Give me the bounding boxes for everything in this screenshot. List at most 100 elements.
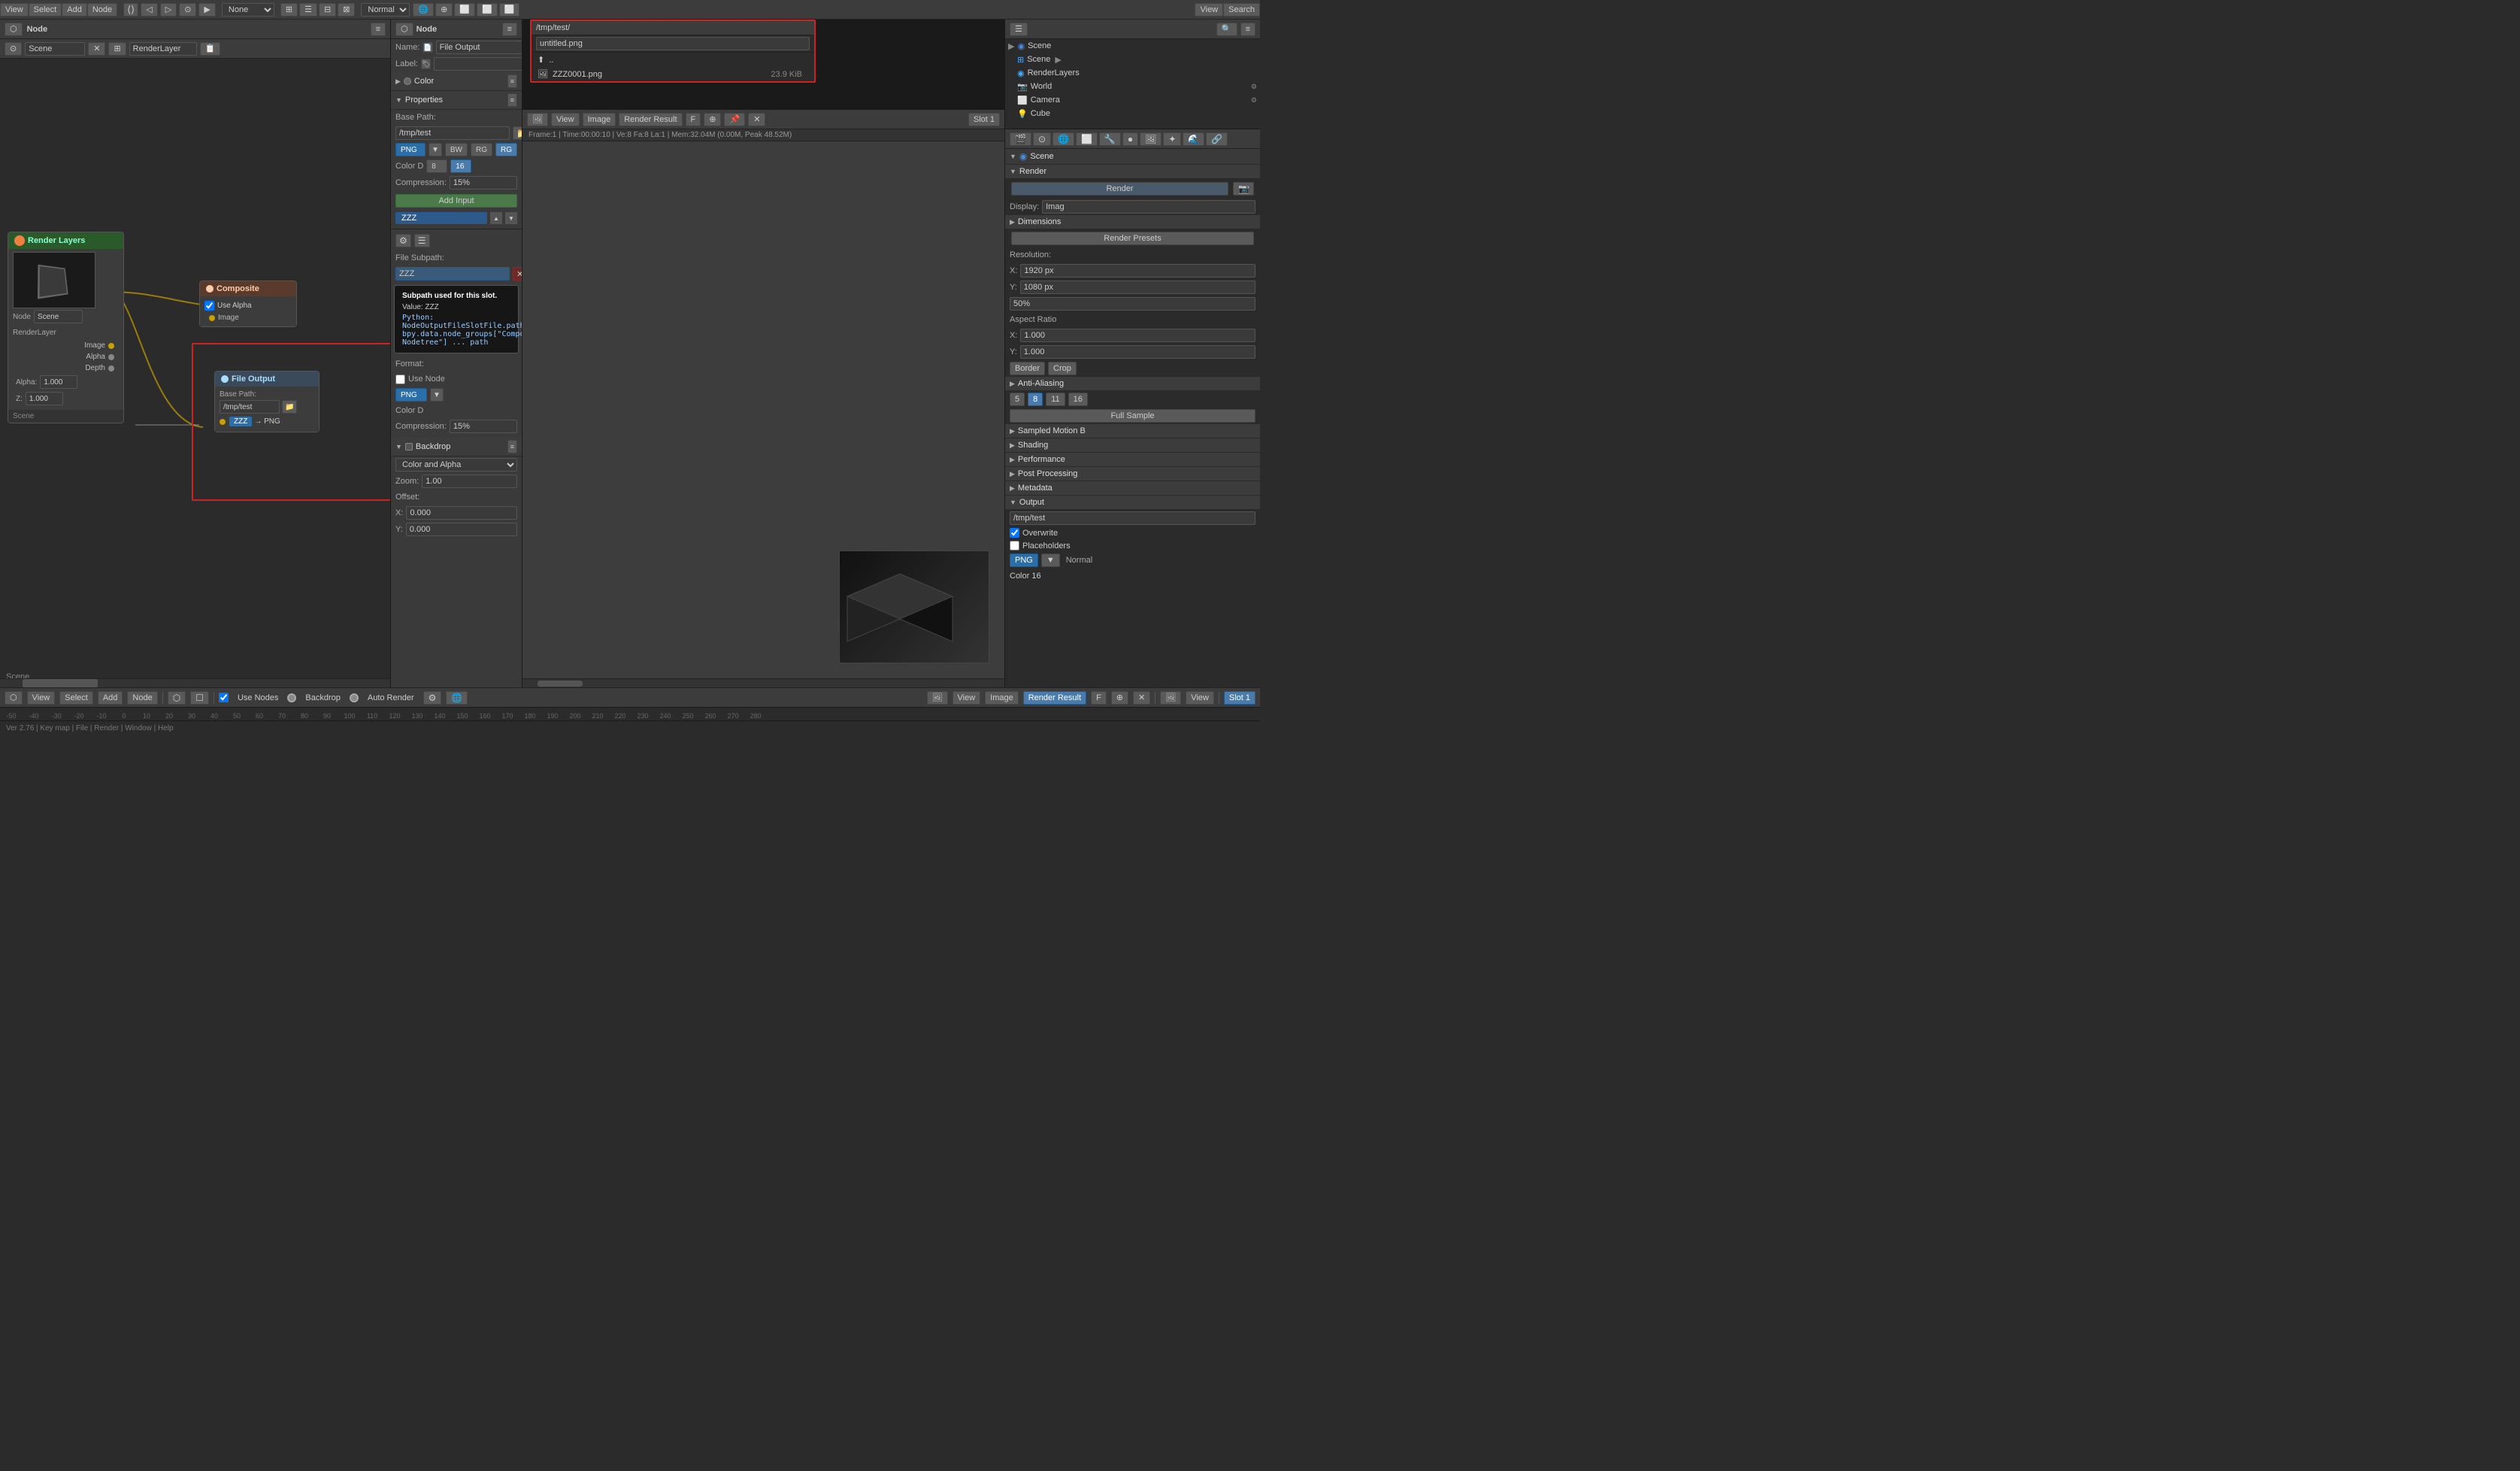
top-search-btn[interactable]: Search — [1223, 3, 1260, 17]
vp-icon3[interactable]: 🖼 — [1160, 691, 1181, 705]
vp-bottom-image[interactable]: Image — [985, 691, 1019, 705]
menu-view[interactable]: View — [0, 3, 29, 17]
slot-btn[interactable]: Slot 1 — [968, 113, 1000, 126]
zzz-slot-item[interactable]: ZZZ — [395, 212, 487, 224]
crop-btn[interactable]: Crop — [1048, 362, 1077, 375]
renderlayer-select[interactable] — [129, 42, 197, 56]
file-output-node-small[interactable]: File Output Base Path: 📁 ZZZ → PNG — [214, 371, 320, 432]
border-btn[interactable]: Border — [1010, 362, 1045, 375]
output-format-expand[interactable]: ▼ — [1041, 554, 1060, 567]
backdrop-section-header[interactable]: ▼ Backdrop ≡ — [391, 438, 522, 456]
output-path-input[interactable] — [1010, 511, 1255, 525]
icon-grid[interactable]: ⊞ — [280, 3, 298, 17]
outliner-renderlayers[interactable]: ⊞ Scene ▶ — [1005, 53, 1260, 66]
vp-bottom-view3[interactable]: View — [1186, 691, 1214, 705]
format2-expand[interactable]: ▼ — [430, 388, 444, 402]
vp-render-btn[interactable]: Render Result — [619, 113, 682, 126]
res-y-input[interactable] — [1020, 281, 1255, 294]
z-value-input[interactable] — [26, 392, 63, 405]
slot-bottom-btn[interactable]: Slot 1 — [1224, 691, 1255, 705]
performance-section-header[interactable]: ▶ Performance — [1005, 453, 1260, 467]
node-props-icon[interactable]: ⬡ — [395, 23, 413, 36]
color-depth-8[interactable]: 8 — [426, 159, 447, 173]
placeholders-checkbox[interactable] — [1010, 541, 1019, 550]
render-icon-btn[interactable]: 📷 — [1233, 182, 1254, 196]
aa-5[interactable]: 5 — [1010, 393, 1025, 406]
filename-input[interactable] — [536, 37, 810, 50]
bottom-icon2[interactable]: ☐ — [190, 691, 209, 705]
outliner-world[interactable]: ◉ RenderLayers — [1005, 66, 1260, 80]
res-x-input[interactable] — [1020, 264, 1255, 278]
overwrite-checkbox[interactable] — [1010, 528, 1019, 538]
zzz-file-item[interactable]: 🖼 ZZZ0001.png 23.9 KiB — [532, 67, 814, 81]
menu-add[interactable]: Add — [62, 3, 87, 17]
viewport-scrollbar[interactable] — [522, 678, 1004, 687]
color-depth-16[interactable]: 16 — [450, 159, 471, 173]
menu-node[interactable]: Node — [87, 3, 117, 17]
format-expand[interactable]: ▼ — [429, 143, 442, 156]
prop-icon-part[interactable]: ✦ — [1163, 132, 1181, 146]
use-nodes-bottom-label[interactable]: Use Nodes — [233, 691, 283, 705]
prop-icon-constr[interactable]: 🔗 — [1206, 132, 1228, 146]
toolbar-icon-3[interactable]: ▷ — [160, 3, 177, 17]
aa-11[interactable]: 11 — [1046, 393, 1065, 406]
use-nodes-checkbox[interactable] — [395, 375, 405, 384]
node-canvas[interactable]: Render Layers Node RenderLayer — [0, 59, 390, 687]
bottom-node-btn[interactable]: Node — [127, 691, 157, 705]
renderlayer-icon[interactable]: ⊞ — [108, 42, 126, 56]
bw-btn[interactable]: BW — [445, 143, 468, 156]
res-percent-input[interactable] — [1010, 297, 1255, 311]
outliner-menu[interactable]: ≡ — [1240, 23, 1255, 36]
color-menu[interactable]: ≡ — [507, 74, 517, 88]
vp-pin[interactable]: 📌 — [724, 113, 745, 126]
icon-extra3[interactable]: ⬜ — [477, 3, 498, 17]
vp-tools[interactable]: ⊕ — [704, 113, 721, 126]
sampled-motion-header[interactable]: ▶ Sampled Motion B — [1005, 424, 1260, 438]
display-input[interactable] — [1042, 200, 1255, 214]
add-input-btn[interactable]: Add Input — [395, 194, 517, 208]
offset-y-input[interactable] — [406, 523, 517, 536]
outliner-camera[interactable]: 📷 World ⚙ — [1005, 80, 1260, 93]
bottom-icon4[interactable]: 🌐 — [446, 691, 468, 705]
vp-bottom-icon[interactable]: 🖼 — [927, 691, 948, 705]
toolbar-icon-4[interactable]: ⊙ — [179, 3, 196, 17]
aa-16[interactable]: 16 — [1068, 393, 1088, 406]
vp-bottom-close[interactable]: ✕ — [1133, 691, 1150, 705]
vp-bottom-add[interactable]: ⊕ — [1111, 691, 1128, 705]
use-nodes-bottom[interactable] — [219, 693, 229, 702]
top-view-btn[interactable]: View — [1195, 3, 1223, 17]
aa-8[interactable]: 8 — [1028, 393, 1043, 406]
clear-subpath-btn[interactable]: ✕ — [513, 267, 522, 281]
prop-icon-mat[interactable]: ● — [1122, 132, 1138, 146]
bottom-view-btn[interactable]: View — [27, 691, 56, 705]
full-sample-btn[interactable]: Full Sample — [1010, 409, 1255, 423]
icon-extra4[interactable]: ⬜ — [499, 3, 520, 17]
name-input[interactable] — [436, 41, 522, 54]
bottom-add-btn[interactable]: Add — [98, 691, 123, 705]
outliner-lamp[interactable]: 💡 Cube — [1005, 107, 1260, 120]
icon-list[interactable]: ☰ — [299, 3, 317, 17]
compression2-input[interactable] — [450, 420, 517, 433]
zoom-input[interactable] — [422, 475, 517, 488]
viewport-canvas[interactable] — [522, 141, 1004, 678]
prop-icon-scene[interactable]: ⊙ — [1033, 132, 1051, 146]
output-section-header[interactable]: ▼ Output — [1005, 496, 1260, 510]
prop-icon-phys[interactable]: 🌊 — [1183, 132, 1204, 146]
node-editor-menu[interactable]: ≡ — [371, 23, 386, 36]
render-section-header[interactable]: ▼ Render — [1005, 165, 1260, 179]
render-btn[interactable]: Render — [1011, 182, 1228, 196]
vp-bottom-f[interactable]: F — [1091, 691, 1107, 705]
png-btn[interactable]: PNG — [395, 143, 426, 156]
render-presets-btn[interactable]: Render Presets — [1011, 232, 1254, 245]
scene-close[interactable]: ✕ — [88, 42, 105, 56]
composite-node[interactable]: Composite Use Alpha Image — [199, 281, 297, 327]
vp-bottom-result[interactable]: Render Result — [1023, 691, 1086, 705]
bottom-select-btn[interactable]: Select — [59, 691, 93, 705]
alpha-value-input[interactable] — [40, 375, 77, 389]
aspect-x-input[interactable] — [1020, 329, 1255, 342]
bottom-icon3[interactable]: ⚙ — [423, 691, 442, 705]
vp-view-btn[interactable]: View — [551, 113, 580, 126]
rg-btn[interactable]: RG — [471, 143, 492, 156]
scroll-up-arrow[interactable]: ▲ — [490, 212, 502, 224]
vp-bottom-view[interactable]: View — [953, 691, 981, 705]
